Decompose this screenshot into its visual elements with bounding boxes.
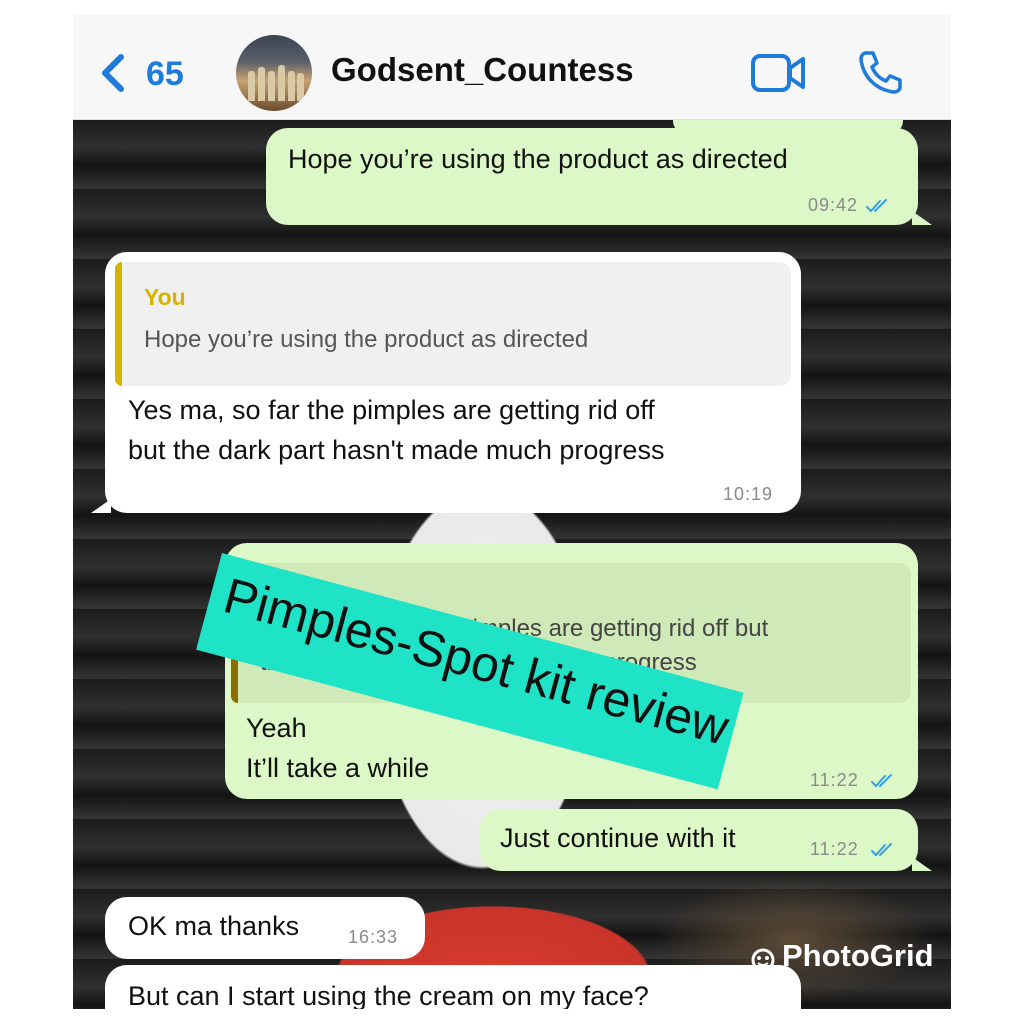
message-outgoing[interactable]: Just continue with it 11:22: [479, 809, 932, 871]
message-time: 09:42: [808, 195, 859, 215]
message-text-line: Yes ma, so far the pimples are getting r…: [128, 395, 655, 425]
photogrid-logo-icon: [751, 948, 775, 971]
message-text: OK ma thanks: [128, 911, 300, 941]
contact-name[interactable]: Godsent_Countess: [331, 51, 634, 89]
bubble-tail: [912, 857, 932, 871]
message-text-line: It’ll take a while: [246, 753, 430, 783]
message-text: Hope you’re using the product as directe…: [288, 144, 788, 174]
read-ticks-icon: [871, 774, 892, 788]
message-text-line: Yeah: [246, 713, 307, 743]
message-time: 10:19: [723, 484, 774, 504]
whatsapp-chat-screen: 65 Godsent_Countess Hope you’re using th…: [73, 15, 951, 1009]
message-text: But can I start using the cream on my fa…: [128, 981, 649, 1009]
bubble-tail: [912, 211, 932, 225]
quoted-message[interactable]: You Hope you’re using the product as dir…: [115, 262, 791, 386]
video-call-button[interactable]: [750, 53, 806, 98]
message-incoming[interactable]: You Hope you’re using the product as dir…: [91, 252, 801, 513]
bubble-tail: [91, 499, 111, 513]
message-time: 16:33: [348, 927, 399, 947]
photogrid-watermark: PhotoGrid: [750, 938, 934, 974]
avatar[interactable]: [236, 35, 312, 111]
chat-header: 65 Godsent_Countess: [73, 15, 951, 120]
quote-author: You: [144, 284, 186, 310]
video-camera-icon: [751, 54, 805, 92]
message-text: Just continue with it: [500, 823, 736, 853]
unread-count: 65: [146, 55, 184, 93]
phone-icon: [859, 51, 902, 94]
read-ticks-icon: [866, 199, 887, 213]
watermark-text: PhotoGrid: [782, 938, 934, 973]
previous-message-edge: [673, 119, 903, 133]
back-button[interactable]: 65: [99, 53, 184, 93]
chevron-left-icon: [102, 54, 124, 92]
quote-text: Hope you’re using the product as directe…: [144, 326, 589, 353]
message-incoming[interactable]: OK ma thanks 16:33: [105, 897, 425, 959]
voice-call-button[interactable]: [857, 49, 903, 100]
message-text-line: but the dark part hasn't made much progr…: [128, 435, 665, 465]
read-ticks-icon: [871, 843, 892, 857]
message-outgoing[interactable]: Hope you’re using the product as directe…: [266, 128, 932, 225]
message-incoming[interactable]: But can I start using the cream on my fa…: [105, 965, 801, 1009]
message-time: 11:22: [810, 839, 859, 859]
message-time: 11:22: [810, 770, 859, 790]
